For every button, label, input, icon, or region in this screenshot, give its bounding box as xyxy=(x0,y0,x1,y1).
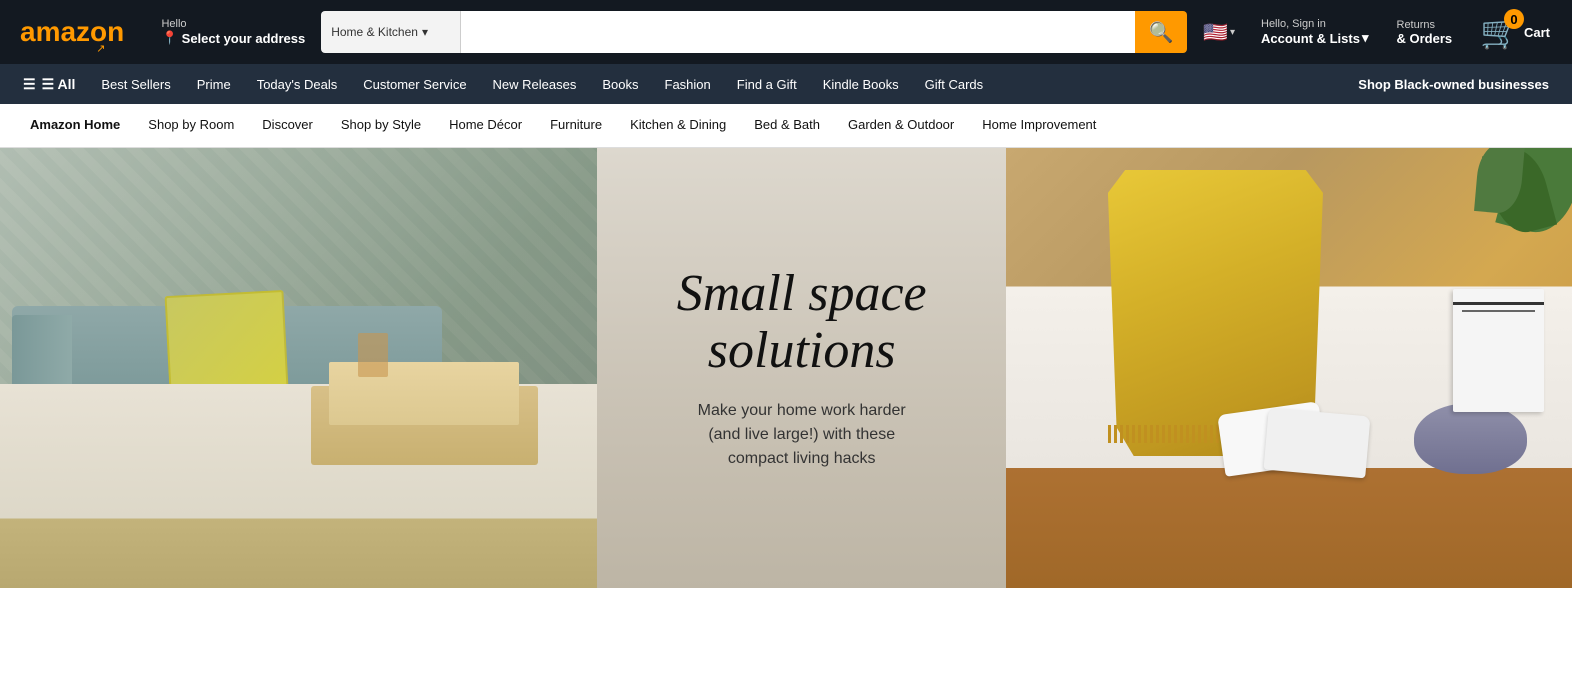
category-navigation: Amazon Home Shop by Room Discover Shop b… xyxy=(0,104,1572,148)
cart-icon-wrapper: 🛒 0 xyxy=(1480,13,1520,51)
nav-gift-cards[interactable]: Gift Cards xyxy=(914,70,995,99)
glass-decor xyxy=(358,333,388,377)
chevron-down-icon: ▾ xyxy=(1230,27,1235,38)
serving-tray xyxy=(329,362,520,425)
all-menu-button[interactable]: ☰ ☰ All xyxy=(12,69,86,100)
cart-button[interactable]: 🛒 0 Cart xyxy=(1470,7,1560,57)
address-hello: Hello xyxy=(161,18,305,30)
returns-line2: & Orders xyxy=(1397,31,1453,46)
magazine xyxy=(1453,289,1544,412)
cat-home-decor[interactable]: Home Décor xyxy=(435,104,536,148)
cat-shop-by-room[interactable]: Shop by Room xyxy=(134,104,248,148)
coffee-table xyxy=(311,386,538,465)
cat-garden-outdoor[interactable]: Garden & Outdoor xyxy=(834,104,968,148)
language-selector[interactable]: 🇺🇸 ▾ xyxy=(1195,14,1243,51)
hero-background: Small space solutions Make your home wor… xyxy=(0,148,1572,588)
round-pouf xyxy=(1414,403,1527,473)
sneaker-right xyxy=(1264,408,1371,478)
hero-banner[interactable]: Small space solutions Make your home wor… xyxy=(0,148,1572,588)
nav-black-owned[interactable]: Shop Black-owned businesses xyxy=(1347,70,1560,99)
search-button[interactable]: 🔍 xyxy=(1135,11,1187,53)
cart-label: Cart xyxy=(1524,25,1550,40)
nav-new-releases[interactable]: New Releases xyxy=(482,70,588,99)
nav-customer-service[interactable]: Customer Service xyxy=(352,70,477,99)
account-label: Account & Lists ▾ xyxy=(1261,30,1369,46)
plant-decoration xyxy=(1472,148,1572,268)
search-bar: Home & Kitchen ▾ 🔍 xyxy=(321,11,1187,53)
search-input[interactable] xyxy=(461,11,1135,53)
hero-title: Small space solutions xyxy=(627,265,976,379)
chevron-down-icon: ▾ xyxy=(1362,30,1369,46)
cat-bed-bath[interactable]: Bed & Bath xyxy=(740,104,834,148)
returns-line1: Returns xyxy=(1397,19,1453,31)
amazon-logo[interactable]: amazon ↗ xyxy=(12,10,141,54)
returns-orders-link[interactable]: Returns & Orders xyxy=(1387,13,1463,52)
cat-amazon-home[interactable]: Amazon Home xyxy=(16,104,134,148)
nav-todays-deals[interactable]: Today's Deals xyxy=(246,70,349,99)
hero-left-panel xyxy=(0,148,597,588)
cat-furniture[interactable]: Furniture xyxy=(536,104,616,148)
nav-kindle-books[interactable]: Kindle Books xyxy=(812,70,910,99)
search-icon: 🔍 xyxy=(1149,20,1174,45)
location-pin-icon: 📍 xyxy=(161,30,177,46)
address-select-label: 📍 Select your address xyxy=(161,30,305,46)
cat-shop-by-style[interactable]: Shop by Style xyxy=(327,104,435,148)
secondary-navigation: ☰ ☰ All Best Sellers Prime Today's Deals… xyxy=(0,64,1572,104)
sofa-pillow xyxy=(165,290,289,393)
cat-kitchen-dining[interactable]: Kitchen & Dining xyxy=(616,104,740,148)
chevron-down-icon: ▾ xyxy=(422,25,428,39)
nav-fashion[interactable]: Fashion xyxy=(654,70,722,99)
address-selector[interactable]: Hello 📍 Select your address xyxy=(153,12,313,52)
nav-best-sellers[interactable]: Best Sellers xyxy=(90,70,181,99)
search-category-dropdown[interactable]: Home & Kitchen ▾ xyxy=(321,11,461,53)
hamburger-icon: ☰ xyxy=(23,76,36,93)
top-navigation: amazon ↗ Hello 📍 Select your address Hom… xyxy=(0,0,1572,64)
hero-subtitle: Make your home work harder (and live lar… xyxy=(698,399,906,471)
cat-home-improvement[interactable]: Home Improvement xyxy=(968,104,1110,148)
account-hello: Hello, Sign in xyxy=(1261,18,1369,30)
nav-find-a-gift[interactable]: Find a Gift xyxy=(726,70,808,99)
magazine-stripe xyxy=(1453,302,1544,305)
cart-count-badge: 0 xyxy=(1504,9,1524,29)
nav-prime[interactable]: Prime xyxy=(186,70,242,99)
nav-books[interactable]: Books xyxy=(591,70,649,99)
account-dropdown[interactable]: Hello, Sign in Account & Lists ▾ xyxy=(1251,12,1379,52)
magazine-stripe-2 xyxy=(1462,310,1534,312)
flag-icon: 🇺🇸 xyxy=(1203,20,1228,45)
hero-right-panel xyxy=(1006,148,1572,588)
logo-text: amazon xyxy=(20,16,124,48)
cat-discover[interactable]: Discover xyxy=(248,104,327,148)
hero-center-panel: Small space solutions Make your home wor… xyxy=(597,148,1006,588)
